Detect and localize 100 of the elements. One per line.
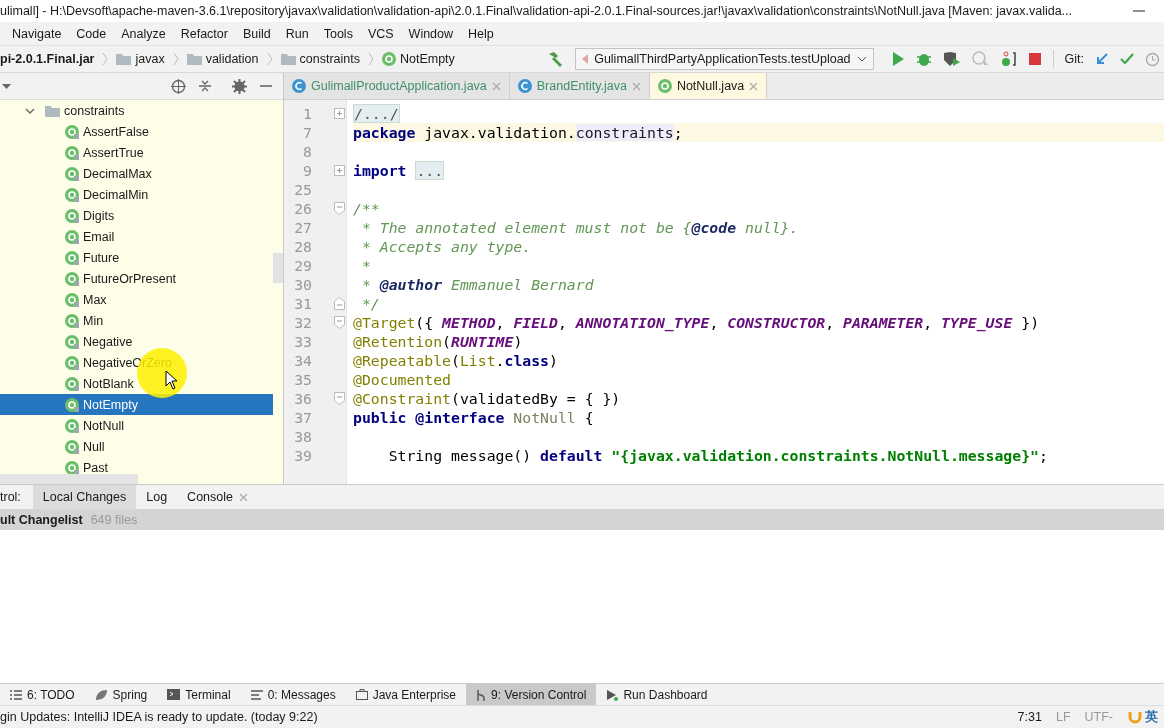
tool-window-button[interactable]: 9: Version Control <box>466 684 597 705</box>
menu-item[interactable]: Analyze <box>121 26 166 41</box>
tree-item[interactable]: NotBlank <box>0 373 273 394</box>
tool-window-button[interactable]: Run Dashboard <box>596 684 718 705</box>
hide-panel-icon[interactable] <box>259 84 273 88</box>
tool-window-button[interactable]: 0: Messages <box>240 684 346 705</box>
annotation-icon <box>65 313 79 328</box>
line-number: 7 <box>302 124 312 141</box>
breadcrumb[interactable]: validation <box>205 52 259 66</box>
locate-target-icon[interactable] <box>171 78 186 94</box>
line-number: 8 <box>302 143 312 160</box>
terminal-icon <box>167 689 181 700</box>
line-number: 32 <box>293 314 312 331</box>
collapse-all-icon[interactable] <box>198 79 212 93</box>
stop-icon[interactable] <box>1027 52 1042 66</box>
shield-run-icon[interactable] <box>942 51 961 67</box>
close-icon[interactable] <box>239 492 248 502</box>
breadcrumb[interactable]: NotEmpty <box>399 52 455 66</box>
breadcrumb[interactable]: constraints <box>299 52 360 66</box>
annotation-icon <box>65 397 79 412</box>
code-line: @Retention(RUNTIME) <box>353 333 523 350</box>
tree-item[interactable]: Max <box>0 289 273 310</box>
menu-item[interactable]: Window <box>408 26 454 41</box>
messages-icon <box>250 689 263 700</box>
status-message: gin Updates: IntelliJ IDEA is ready to update. (today 9:22) <box>0 710 318 724</box>
annotation-icon <box>65 355 79 370</box>
close-icon[interactable] <box>491 81 501 91</box>
collapse-fold-icon[interactable] <box>334 316 345 329</box>
chevron-icon <box>367 52 374 66</box>
close-icon[interactable] <box>749 81 759 91</box>
menu-item[interactable]: Help <box>468 26 494 41</box>
run-icon <box>606 688 619 701</box>
menu-item[interactable]: Run <box>285 26 309 41</box>
collapse-fold-icon[interactable] <box>334 202 345 215</box>
menu-item[interactable]: VCS <box>367 26 394 41</box>
scrollbar-thumb[interactable] <box>273 253 283 283</box>
annotation-icon <box>65 187 79 202</box>
collapse-fold-icon[interactable] <box>334 392 345 405</box>
line-number: 35 <box>293 371 312 388</box>
code-line: String message() default "{javax.validation.constraints.NotNull.message}"; <box>387 447 1048 464</box>
tree-item[interactable]: Digits <box>0 205 273 226</box>
history-clock-icon[interactable] <box>1145 51 1160 67</box>
checkmark-icon[interactable] <box>1120 53 1134 65</box>
tree-item[interactable]: Negative <box>0 331 273 352</box>
folder-icon <box>280 53 296 65</box>
editor-tab[interactable]: NotNull.java <box>649 73 768 99</box>
tool-window-button[interactable]: Terminal <box>157 684 241 705</box>
code-line: import ... <box>353 162 445 179</box>
tree-item[interactable]: Future <box>0 247 273 268</box>
panel-title: trol: <box>0 490 22 504</box>
menu-item[interactable]: Build <box>242 26 271 41</box>
line-number: 27 <box>293 219 312 236</box>
annotation-icon <box>65 166 79 181</box>
run-configuration-dropdown[interactable]: GulimallThirdPartyApplicationTests.testUpload <box>575 48 874 70</box>
tree-item[interactable]: AssertFalse <box>0 121 273 142</box>
tree-item[interactable]: AssertTrue <box>0 142 273 163</box>
line-number: 37 <box>293 409 312 426</box>
tree-item[interactable]: NotEmpty <box>0 394 273 415</box>
bug-icon[interactable] <box>915 51 932 67</box>
tree-item[interactable]: DecimalMax <box>0 163 273 184</box>
panel-tab[interactable]: Console <box>177 485 258 509</box>
tool-window-button[interactable]: Spring <box>84 684 158 705</box>
briefcase-icon <box>355 689 368 700</box>
expand-fold-icon[interactable] <box>334 108 345 119</box>
expand-fold-icon[interactable] <box>334 165 345 176</box>
tree-item[interactable]: Min <box>0 310 273 331</box>
panel-tab[interactable]: Log <box>136 485 178 509</box>
fold-end-icon[interactable] <box>334 297 345 310</box>
scrollbar-thumb[interactable] <box>0 474 138 484</box>
tree-item[interactable]: NotNull <box>0 415 273 436</box>
caret-icon[interactable] <box>2 83 11 89</box>
folder-icon <box>45 104 60 117</box>
update-arrow-icon[interactable] <box>1095 52 1109 66</box>
line-number: 25 <box>293 181 312 198</box>
close-icon[interactable] <box>631 81 641 91</box>
menu-item[interactable]: Refactor <box>180 26 228 41</box>
menu-item[interactable]: Code <box>76 26 107 41</box>
caret-position[interactable]: 7:31 <box>1017 710 1042 724</box>
tool-window-button[interactable]: 6: TODO <box>0 684 85 705</box>
annotation-icon <box>65 460 79 474</box>
list-icon <box>10 689 22 700</box>
menu-item[interactable]: Navigate <box>12 26 62 41</box>
tree-item[interactable]: Past <box>0 457 273 474</box>
tree-item[interactable]: Null <box>0 436 273 457</box>
panel-tab[interactable]: Local Changes <box>32 485 137 509</box>
tree-item[interactable]: FutureOrPresent <box>0 268 273 289</box>
horseshoe-icon[interactable] <box>1127 709 1143 725</box>
tree-folder-item[interactable]: constraints <box>64 103 125 118</box>
tree-item[interactable]: DecimalMin <box>0 184 273 205</box>
annotation-icon <box>65 250 79 265</box>
run-icon[interactable] <box>890 51 905 67</box>
tool-window-button[interactable]: Java Enterprise <box>345 684 467 705</box>
tree-item[interactable]: Email <box>0 226 273 247</box>
annotation-icon <box>65 145 79 160</box>
settings-icon[interactable] <box>232 78 247 94</box>
changelist-row[interactable]: ult Changelist 649 files <box>0 509 1164 530</box>
breadcrumb[interactable]: javax <box>135 52 165 66</box>
input-method-indicator[interactable]: 英 <box>1145 708 1158 726</box>
menu-item[interactable]: Tools <box>323 26 353 41</box>
breadcrumb[interactable]: pi-2.0.1.Final.jar <box>0 52 95 66</box>
